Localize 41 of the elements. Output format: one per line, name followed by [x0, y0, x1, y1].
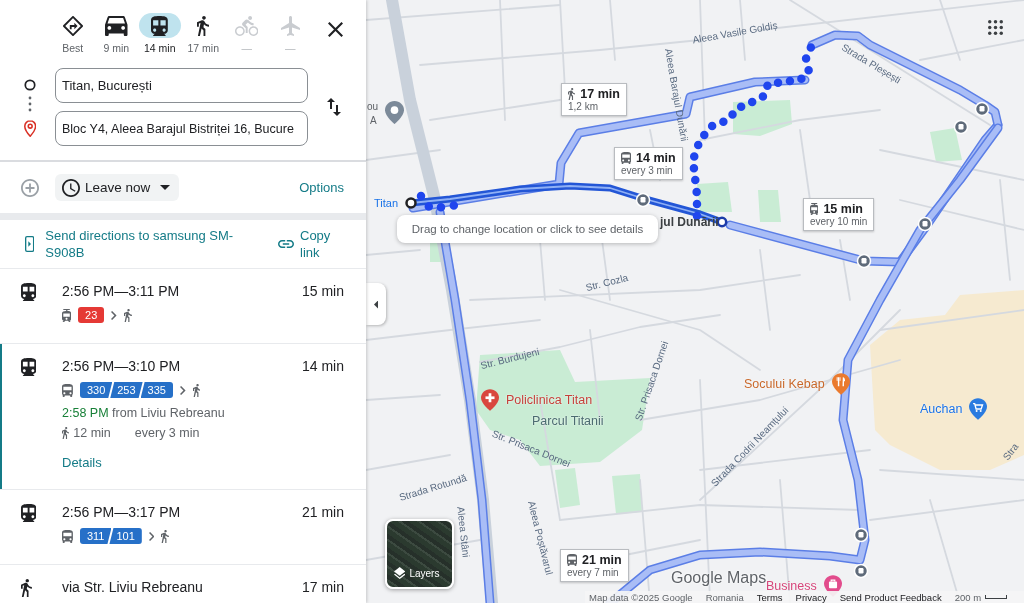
line-badge: 335 — [140, 382, 173, 398]
street-label: Str. Cozla — [584, 271, 630, 295]
callout-time: 15 min — [823, 202, 863, 216]
callout-time: 21 min — [582, 553, 622, 567]
place-label: A — [370, 115, 377, 127]
callout-detail: every 7 min — [567, 567, 620, 578]
route-duration: 21 min — [301, 504, 344, 522]
line-badge: 23 — [78, 307, 105, 323]
street-label: Str. Burdujeni — [479, 345, 541, 373]
line-badge: 253 — [110, 382, 143, 398]
map-tooltip: Drag to change location or click to see details — [397, 215, 658, 243]
route-duration: 14 min — [301, 358, 344, 376]
route-times: 2:56 PM—3:17 PM — [62, 504, 182, 521]
route-times: 2:56 PM—3:11 PM — [62, 283, 181, 300]
place-label: jul Dunării — [660, 216, 719, 228]
attribution-text: Map data ©2025 Google — [589, 591, 693, 603]
route-duration: 17 min — [301, 579, 344, 597]
route-summary: via Str. Liviu Rebreanu — [62, 579, 204, 596]
callout-time: 17 min — [580, 87, 620, 101]
street-label: Stra — [1000, 441, 1022, 463]
line-badge: 101 — [109, 528, 142, 544]
callout-detail: every 10 min — [810, 216, 868, 227]
street-label: Aleea Vasile Goldiș — [691, 19, 779, 47]
scale-label: 200 m — [954, 591, 982, 603]
callout-detail: every 3 min — [621, 165, 674, 176]
frequency: every 3 min — [134, 425, 200, 441]
callout-time: 14 min — [636, 151, 676, 165]
map-logo: Google Maps — [671, 569, 767, 586]
street-label: Aleea Stâni — [454, 505, 472, 559]
callout-detail: 1,2 km — [568, 101, 599, 112]
route-duration: 15 min — [301, 283, 344, 301]
place-label: Titan — [374, 197, 399, 209]
line-badge: 311 — [79, 528, 112, 544]
route-times: 2:56 PM—3:10 PM — [62, 358, 182, 375]
street-label: Str. Prisaca Dornei — [632, 339, 672, 423]
walk-time: 12 min — [73, 425, 111, 441]
place-label: ou — [367, 101, 379, 113]
street-label: Aleea Barajul Dunării — [661, 47, 691, 143]
departure-info: 2:58 PM from Liviu Rebreanu — [62, 405, 226, 421]
line-badge: 330 — [79, 382, 113, 398]
attribution-text: Romania — [705, 591, 744, 603]
